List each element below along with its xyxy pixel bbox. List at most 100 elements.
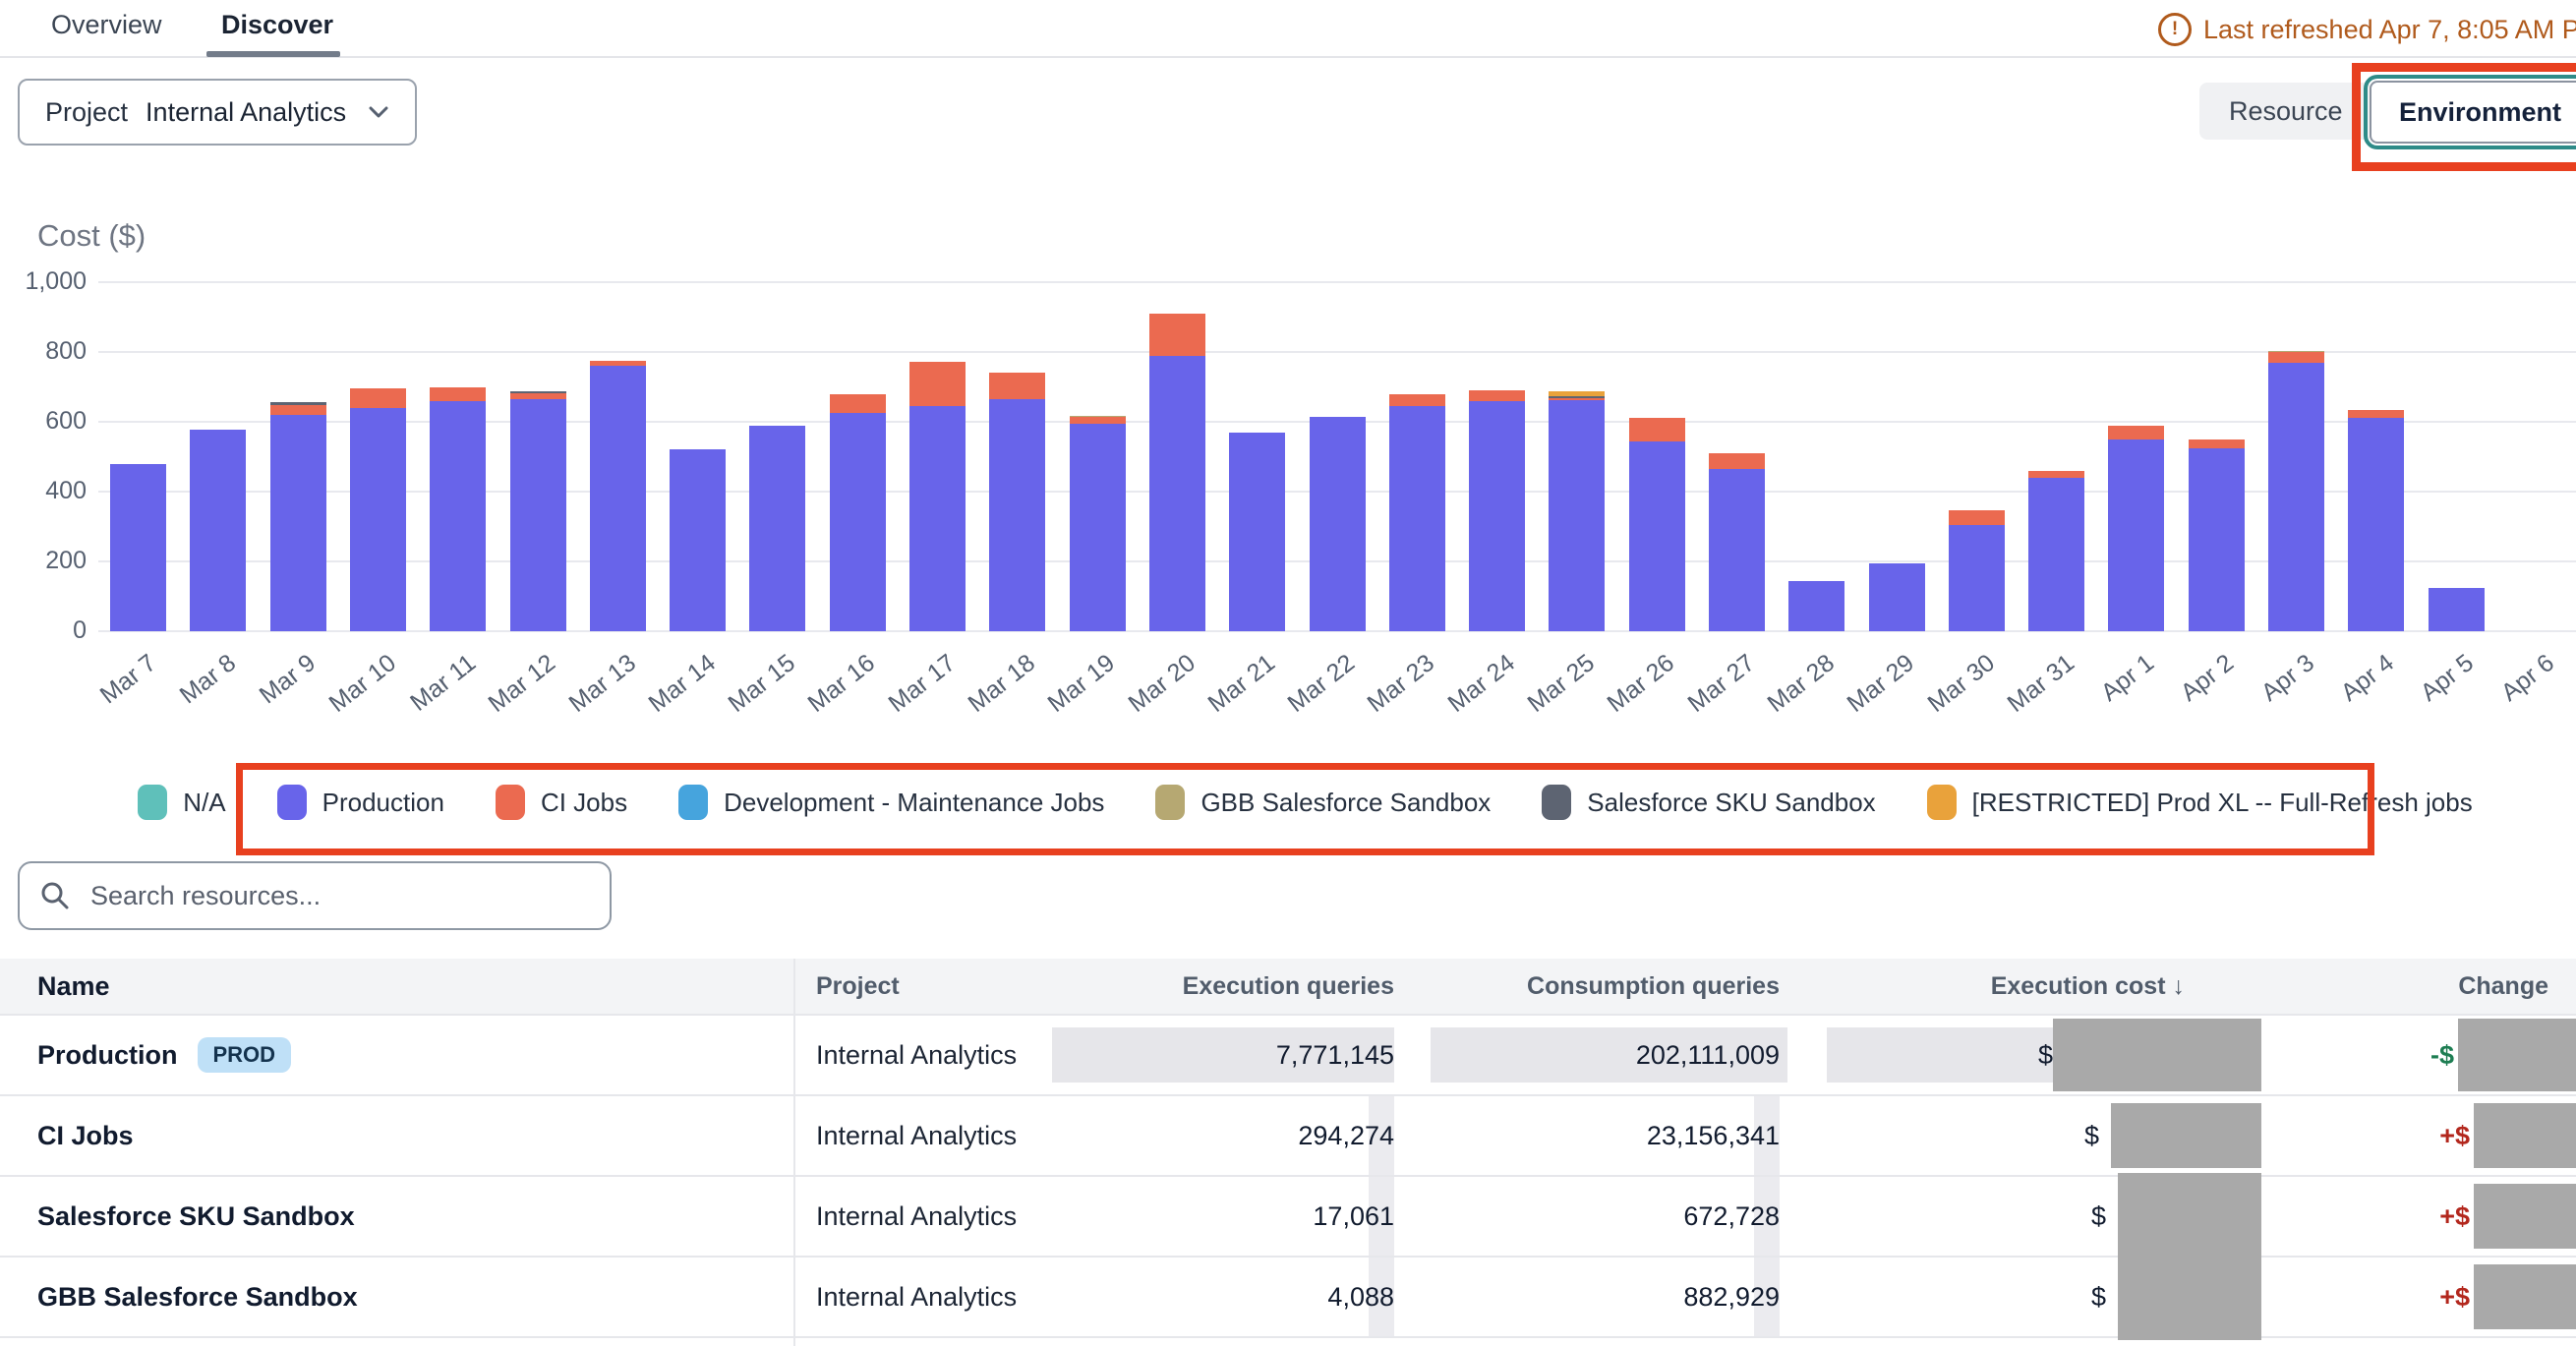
- cost-redaction-box: [2111, 1103, 2261, 1168]
- top-tab-bar: Overview Discover ! Last refreshed Apr 7…: [0, 0, 2576, 58]
- resource-toggle-button[interactable]: Resource: [2199, 83, 2372, 140]
- bar-mar-17[interactable]: [909, 362, 966, 631]
- resource-name[interactable]: Production: [37, 1040, 178, 1071]
- bar-apr-3[interactable]: [2268, 351, 2324, 631]
- legend-label: [RESTRICTED] Prod XL -- Full-Refresh job…: [1972, 788, 2473, 818]
- table-row-gbb-salesforce-sandbox[interactable]: GBB Salesforce Sandbox Internal Analytics…: [0, 1256, 2576, 1336]
- table-header-row: Name Project Execution queries Consumpti…: [0, 959, 2576, 1014]
- project-cell: Internal Analytics: [816, 1258, 1017, 1336]
- legend-item--restricted-prod-xl-full-refresh-jobs[interactable]: [RESTRICTED] Prod XL -- Full-Refresh job…: [1927, 785, 2473, 820]
- execution-cost-cell: $: [1827, 1016, 2261, 1094]
- bar-apr-2[interactable]: [2189, 439, 2245, 631]
- environment-toggle-button[interactable]: Environment: [2370, 81, 2576, 144]
- y-tick-label: 800: [8, 337, 87, 366]
- table-row-ci-jobs[interactable]: CI JobsInternal Analytics294,27423,156,3…: [0, 1094, 2576, 1175]
- bar-segment-production: [1629, 441, 1685, 631]
- bar-mar-14[interactable]: [670, 449, 726, 631]
- bar-mar-28[interactable]: [1788, 581, 1844, 631]
- bar-mar-21[interactable]: [1229, 433, 1285, 631]
- bar-apr-5[interactable]: [2429, 588, 2485, 631]
- x-tick-label: Mar 10: [323, 649, 401, 719]
- bar-mar-31[interactable]: [2028, 471, 2084, 631]
- resource-name[interactable]: GBB Salesforce Sandbox: [37, 1282, 358, 1313]
- cost-redaction-box: [2118, 1173, 2261, 1259]
- bar-mar-19[interactable]: [1070, 416, 1126, 631]
- bar-segment-production: [1949, 525, 2005, 631]
- resource-name[interactable]: Salesforce SKU Sandbox: [37, 1201, 355, 1232]
- bar-segment-ci-jobs: [270, 405, 326, 415]
- bar-segment-ci-jobs: [909, 362, 966, 406]
- column-header-name[interactable]: Name: [37, 959, 110, 1014]
- bar-mar-25[interactable]: [1549, 391, 1605, 631]
- table-row-production[interactable]: ProductionPRODInternal Analytics7,771,14…: [0, 1014, 2576, 1094]
- column-header-execution-cost[interactable]: Execution cost ↓: [1991, 959, 2185, 1014]
- bar-mar-13[interactable]: [590, 361, 646, 631]
- legend-item-ci-jobs[interactable]: CI Jobs: [496, 785, 627, 820]
- legend-swatch: [678, 785, 708, 820]
- consumption-queries-value: 882,929: [1683, 1282, 1780, 1313]
- x-tick-label: Mar 8: [175, 649, 242, 710]
- bar-segment-ci-jobs: [2268, 352, 2324, 363]
- bar-mar-15[interactable]: [749, 426, 805, 631]
- x-tick-label: Mar 31: [2002, 649, 2079, 719]
- x-tick-label: Mar 19: [1043, 649, 1121, 719]
- column-header-execution-queries[interactable]: Execution queries: [1183, 959, 1394, 1014]
- bar-mar-20[interactable]: [1149, 314, 1205, 631]
- cost-currency-prefix: $: [2091, 1201, 2106, 1232]
- tab-overview[interactable]: Overview: [51, 10, 162, 40]
- bar-mar-10[interactable]: [350, 388, 406, 631]
- consumption-queries-value: 23,156,341: [1647, 1121, 1780, 1151]
- bar-mar-18[interactable]: [989, 373, 1045, 631]
- bar-mar-16[interactable]: [830, 394, 886, 631]
- legend-item-production[interactable]: Production: [277, 785, 444, 820]
- bar-segment-production: [1229, 433, 1285, 631]
- search-input[interactable]: [88, 880, 590, 912]
- bar-mar-23[interactable]: [1389, 394, 1445, 631]
- bar-mar-27[interactable]: [1709, 453, 1765, 631]
- resource-name[interactable]: CI Jobs: [37, 1121, 134, 1151]
- bar-apr-4[interactable]: [2348, 410, 2404, 631]
- column-header-execution-cost-label: Execution cost: [1991, 972, 2166, 1001]
- change-redaction-box: [2474, 1264, 2576, 1329]
- bar-apr-1[interactable]: [2108, 426, 2164, 631]
- active-tab-underline: [206, 51, 340, 57]
- sort-desc-icon[interactable]: ↓: [2173, 972, 2186, 1001]
- bar-segment-production: [1070, 424, 1126, 631]
- bar-mar-9[interactable]: [270, 402, 326, 631]
- x-tick-label: Mar 20: [1123, 649, 1200, 719]
- bar-segment-ci-jobs: [1629, 418, 1685, 440]
- bar-mar-7[interactable]: [110, 464, 166, 631]
- bar-segment-ci-jobs: [2348, 410, 2404, 419]
- bar-segment-production: [2429, 588, 2485, 631]
- change-cell: +$: [2439, 1177, 2576, 1256]
- legend-item-gbb-salesforce-sandbox[interactable]: GBB Salesforce Sandbox: [1155, 785, 1491, 820]
- bar-mar-12[interactable]: [510, 391, 566, 631]
- bar-mar-30[interactable]: [1949, 510, 2005, 631]
- bar-mar-8[interactable]: [190, 430, 246, 631]
- project-filter-dropdown[interactable]: Project Internal Analytics: [18, 79, 417, 146]
- legend-item-development-maintenance-jobs[interactable]: Development - Maintenance Jobs: [678, 785, 1104, 820]
- bar-mar-26[interactable]: [1629, 418, 1685, 631]
- x-tick-label: Mar 24: [1442, 649, 1520, 719]
- x-tick-label: Apr 1: [2096, 649, 2160, 708]
- x-tick-label: Apr 5: [2416, 649, 2480, 708]
- column-header-consumption-queries[interactable]: Consumption queries: [1527, 959, 1780, 1014]
- tab-discover[interactable]: Discover: [221, 10, 333, 40]
- legend-label: Salesforce SKU Sandbox: [1587, 788, 1875, 818]
- x-tick-label: Mar 30: [1922, 649, 2000, 719]
- column-header-change[interactable]: Change: [2458, 959, 2548, 1014]
- table-row-salesforce-sku-sandbox[interactable]: Salesforce SKU SandboxInternal Analytics…: [0, 1175, 2576, 1256]
- legend-item-n-a[interactable]: N/A: [138, 785, 225, 820]
- column-header-project[interactable]: Project: [816, 959, 900, 1014]
- project-cell: Internal Analytics: [816, 1096, 1017, 1175]
- bar-segment-production: [1549, 400, 1605, 631]
- bar-segment-production: [190, 430, 246, 631]
- bar-mar-24[interactable]: [1469, 390, 1525, 631]
- x-tick-label: Mar 27: [1682, 649, 1760, 719]
- bar-mar-11[interactable]: [430, 387, 486, 631]
- legend-item-salesforce-sku-sandbox[interactable]: Salesforce SKU Sandbox: [1542, 785, 1875, 820]
- bar-mar-22[interactable]: [1310, 417, 1366, 631]
- project-cell: Internal Analytics: [816, 1016, 1017, 1094]
- bar-segment-production: [2189, 448, 2245, 631]
- bar-mar-29[interactable]: [1869, 563, 1925, 631]
